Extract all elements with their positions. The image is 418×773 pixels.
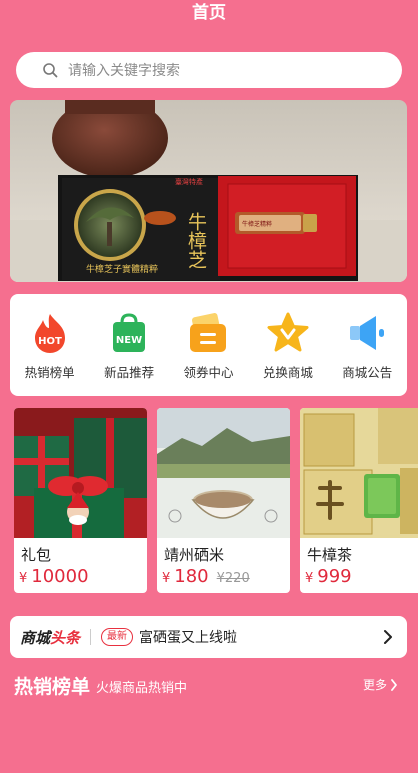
more-link[interactable]: 更多 [363, 676, 398, 693]
banner-caption: 牛樟芝子實體精粹 [86, 263, 158, 275]
headline-brand-a: 商城 [20, 628, 51, 647]
category-label: 热销榜单 [24, 365, 75, 380]
product-image-tea [300, 408, 418, 538]
product-carousel: 礼包 ¥ 10000 靖州硒米 ¥ 180 ¥220 牛樟茶 ¥ 999 [14, 408, 418, 593]
price-value: 180 [174, 566, 209, 587]
category-exchange[interactable]: 兑换商城 [253, 312, 323, 381]
headline-text[interactable]: 富硒蛋又上线啦 [139, 627, 237, 647]
latest-badge: 最新 [101, 628, 134, 646]
hot-flame-icon: HOT [34, 314, 65, 353]
product-name: 牛樟茶 [307, 546, 353, 564]
category-coupon[interactable]: 领券中心 [173, 312, 243, 381]
product-card[interactable]: 礼包 ¥ 10000 [14, 408, 147, 593]
coupon-icon [190, 313, 227, 352]
product-card[interactable]: 靖州硒米 ¥ 180 ¥220 [157, 408, 290, 593]
banner-image: 牛樟芝 臺灣特產 牛樟芝子實體精粹 牛樟芝精粹 [10, 100, 407, 282]
promo-banner[interactable]: 牛樟芝 臺灣特產 牛樟芝子實體精粹 牛樟芝精粹 [10, 100, 407, 282]
news-headline-bar[interactable]: 商城头条 最新 富硒蛋又上线啦 [10, 616, 407, 658]
product-price: ¥ 999 [300, 566, 418, 587]
price-currency: ¥ [19, 571, 28, 586]
category-hot[interactable]: HOT 热销榜单 [15, 312, 85, 381]
product-image-rice [157, 408, 290, 538]
category-grid: HOT 热销榜单 NEW 新品推荐 领券中心 兑换商城 商城公告 [10, 294, 407, 396]
search-placeholder: 请输入关键字搜索 [68, 63, 180, 79]
banner-vial-label: 牛樟芝精粹 [242, 220, 272, 228]
category-new[interactable]: NEW 新品推荐 [94, 312, 164, 381]
price-currency: ¥ [162, 571, 171, 586]
price-value: 999 [317, 566, 352, 587]
divider [90, 629, 92, 645]
star-exchange-icon [267, 312, 309, 352]
svg-text:NEW: NEW [116, 335, 142, 346]
megaphone-icon [350, 316, 385, 350]
product-image-gift [14, 408, 147, 538]
page-title: 首页 [192, 3, 226, 23]
svg-text:HOT: HOT [38, 336, 62, 347]
hot-section-header: 热销榜单 火爆商品热销中 更多 [14, 670, 404, 700]
chevron-right-icon [391, 678, 397, 691]
product-card[interactable]: 牛樟茶 ¥ 999 [300, 408, 418, 593]
search-bar[interactable]: 请输入关键字搜索 [16, 52, 402, 88]
banner-box-title: 牛樟芝 [185, 212, 207, 269]
category-notice[interactable]: 商城公告 [332, 312, 402, 381]
category-label: 新品推荐 [104, 365, 155, 380]
product-price: ¥ 10000 [14, 566, 147, 587]
product-name: 礼包 [21, 546, 52, 564]
chevron-right-icon[interactable] [383, 629, 393, 645]
search-icon [43, 63, 58, 78]
original-price: ¥220 [216, 571, 250, 586]
category-label: 兑换商城 [262, 365, 313, 380]
product-name: 靖州硒米 [164, 546, 225, 564]
product-price: ¥ 180 ¥220 [157, 566, 290, 587]
section-subtitle: 火爆商品热销中 [96, 681, 188, 696]
price-value: 10000 [31, 566, 89, 587]
category-label: 商城公告 [342, 365, 393, 380]
headline-brand: 商城头条 [20, 627, 80, 648]
banner-badge: 臺灣特產 [175, 177, 203, 186]
price-currency: ¥ [305, 571, 314, 586]
new-bag-icon: NEW [113, 313, 146, 352]
section-title: 热销榜单 [14, 675, 91, 698]
more-label: 更多 [362, 678, 387, 692]
headline-brand-b: 头条 [50, 628, 81, 647]
category-label: 领券中心 [183, 365, 234, 380]
